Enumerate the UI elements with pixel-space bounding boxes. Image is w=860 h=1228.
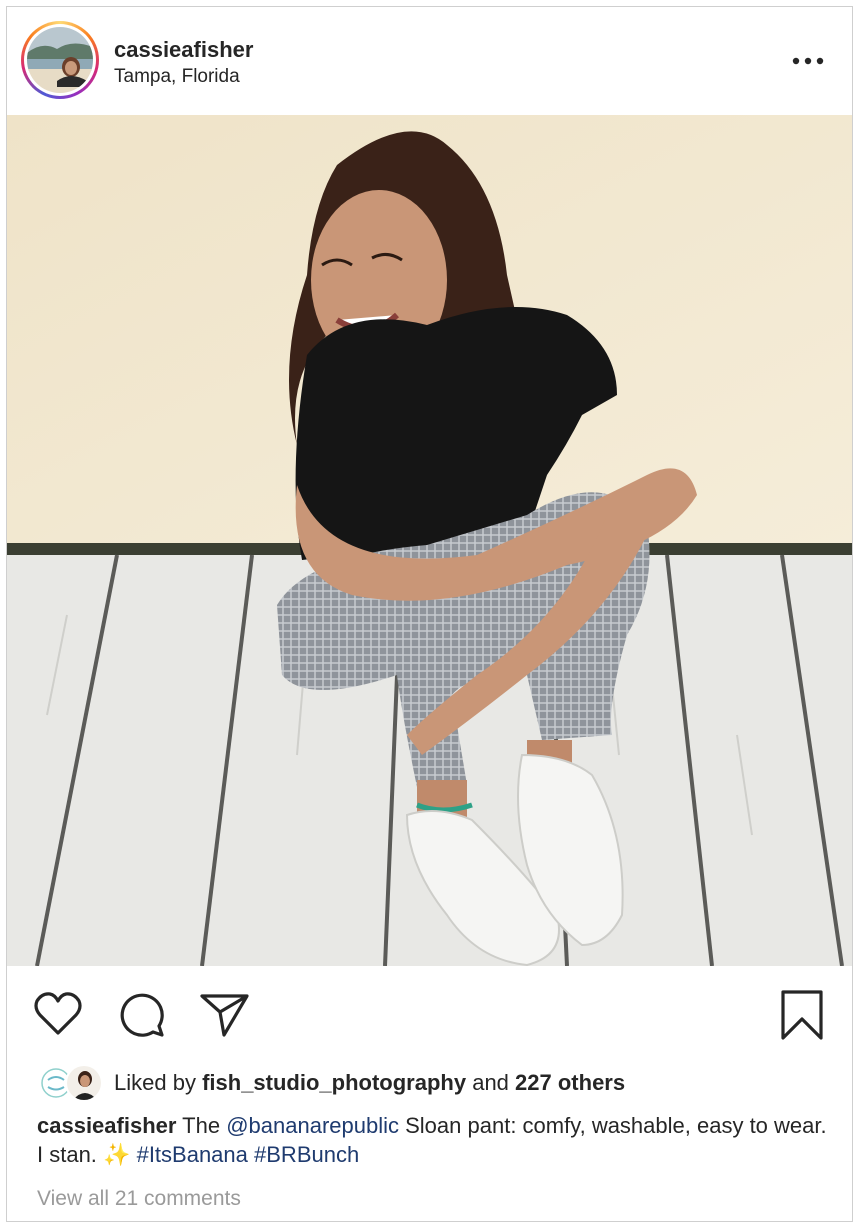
heart-icon[interactable]	[33, 991, 83, 1042]
likes-others[interactable]: 227 others	[515, 1070, 625, 1095]
post-image[interactable]	[7, 115, 852, 966]
likes-middle: and	[472, 1070, 509, 1095]
action-bar	[7, 977, 852, 1057]
caption-mention[interactable]: @bananarepublic	[226, 1113, 399, 1138]
sparkles-emoji: ✨	[103, 1142, 131, 1167]
caption-text-1: The	[182, 1113, 221, 1138]
post-header: cassieafisher Tampa, Florida	[7, 7, 852, 115]
post-caption: cassieafisher The @bananarepublic Sloan …	[37, 1111, 827, 1169]
profile-avatar[interactable]	[21, 21, 99, 99]
more-horizontal-icon[interactable]	[788, 49, 828, 73]
post-username[interactable]: cassieafisher	[114, 37, 253, 63]
caption-hashtag-brbunch[interactable]: #BRBunch	[254, 1142, 359, 1167]
liker-username[interactable]: fish_studio_photography	[202, 1070, 466, 1095]
instagram-post: cassieafisher Tampa, Florida Liked by fi…	[6, 6, 853, 1222]
bookmark-icon[interactable]	[779, 989, 825, 1046]
likes-text: Liked by fish_studio_photography and 227…	[114, 1070, 625, 1096]
likes-row: Liked by fish_studio_photography and 227…	[37, 1064, 837, 1104]
post-location[interactable]: Tampa, Florida	[114, 66, 240, 88]
view-all-comments-link[interactable]: View all 21 comments	[37, 1187, 241, 1211]
share-icon[interactable]	[199, 991, 251, 1044]
likes-prefix: Liked by	[114, 1070, 196, 1095]
caption-hashtag-itsbanana[interactable]: #ItsBanana	[137, 1142, 248, 1167]
caption-username[interactable]: cassieafisher	[37, 1113, 176, 1138]
avatar-image	[27, 27, 93, 93]
liker-avatar-person[interactable]	[65, 1064, 103, 1102]
comment-icon[interactable]	[117, 991, 167, 1044]
